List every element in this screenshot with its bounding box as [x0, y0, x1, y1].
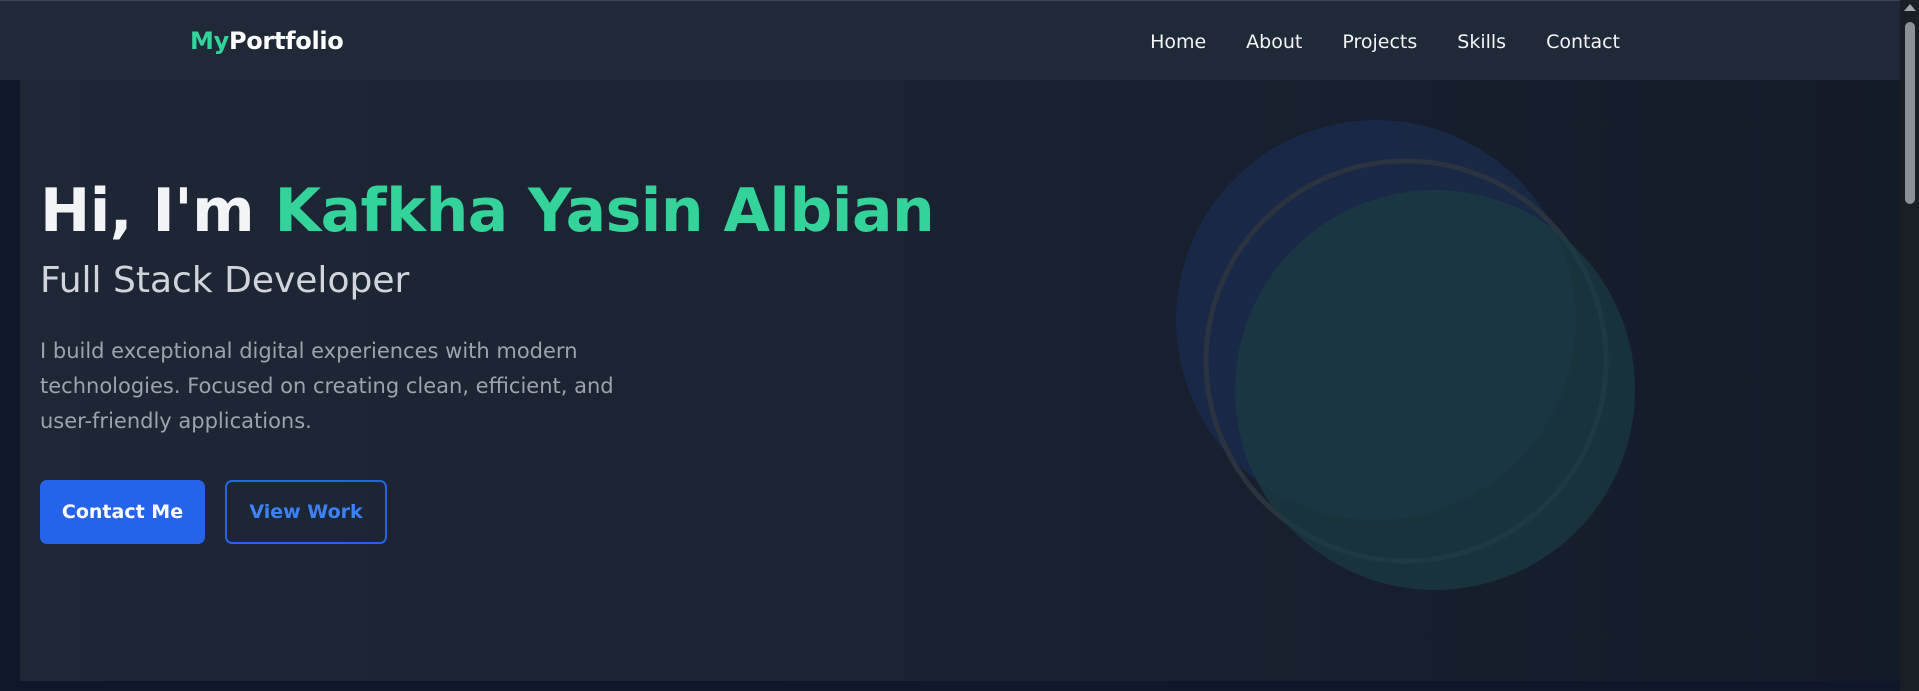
brand-text: Portfolio [228, 27, 344, 55]
nav-link-about[interactable]: About [1246, 31, 1302, 53]
scroll-up-icon[interactable] [1904, 4, 1916, 11]
brand-accent: My [190, 27, 229, 55]
page-scrollbar[interactable] [1900, 0, 1919, 691]
brand-logo[interactable]: MyPortfolio [190, 27, 344, 55]
nav-link-skills[interactable]: Skills [1457, 31, 1506, 53]
nav-links: Home About Projects Skills Contact [1150, 31, 1620, 53]
hero-section: Hi, I'm Kafkha Yasin Albian Full Stack D… [20, 80, 1900, 681]
nav-link-projects[interactable]: Projects [1342, 31, 1417, 53]
navbar: MyPortfolio Home About Projects Skills C… [0, 0, 1900, 80]
hero-decoration [1176, 120, 1635, 590]
nav-link-contact[interactable]: Contact [1546, 31, 1620, 53]
decor-circle-green [1235, 190, 1635, 590]
scrollbar-thumb[interactable] [1905, 22, 1915, 204]
nav-link-home[interactable]: Home [1150, 31, 1206, 53]
